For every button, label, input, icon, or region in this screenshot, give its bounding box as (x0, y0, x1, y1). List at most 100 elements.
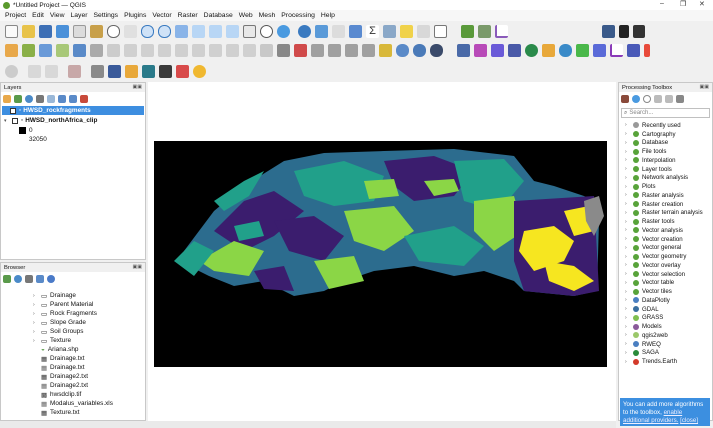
new-bookmark-icon[interactable] (417, 24, 430, 38)
options-icon[interactable] (676, 95, 684, 103)
adv-i-icon[interactable] (159, 64, 172, 78)
plugin-globe-icon[interactable] (525, 43, 538, 57)
menu-view[interactable]: View (50, 12, 65, 19)
select-features-icon[interactable] (315, 24, 328, 38)
maximize-button[interactable]: ❐ (680, 0, 686, 8)
filter-icon[interactable] (25, 275, 33, 283)
plugin-icon[interactable] (478, 24, 491, 38)
toolbox-provider-item[interactable]: › Vector analysis (619, 226, 712, 235)
measure-icon[interactable] (383, 24, 396, 38)
plugin-g-icon[interactable] (576, 43, 589, 57)
toolbox-search-input[interactable]: ⌕ Search... (621, 108, 710, 118)
expand-arrow-icon[interactable]: › (625, 140, 630, 146)
history-icon[interactable] (643, 95, 651, 103)
book-icon[interactable] (602, 24, 615, 38)
plugin-b-icon[interactable] (474, 43, 487, 57)
toolbox-provider-item[interactable]: › Recently used (619, 121, 712, 130)
toolbox-provider-item[interactable]: › Trends.Earth (619, 357, 712, 366)
close-button[interactable]: ✕ (699, 0, 705, 8)
minimize-button[interactable]: – (660, 0, 664, 7)
menu-raster[interactable]: Raster (178, 12, 198, 19)
expand-arrow-icon[interactable]: › (625, 175, 630, 181)
adv-f-icon[interactable] (108, 64, 121, 78)
properties-icon[interactable] (47, 275, 55, 283)
map-raster[interactable] (154, 141, 607, 367)
expand-arrow-icon[interactable]: › (625, 280, 630, 286)
adv-b-icon[interactable] (28, 64, 41, 78)
zoom-in-icon[interactable] (141, 24, 154, 38)
layer-checkbox[interactable] (12, 117, 18, 124)
calculator-icon[interactable] (633, 24, 645, 38)
browser-folder[interactable]: › ▭ Rock Fragments (33, 309, 97, 318)
label-move-icon[interactable] (328, 43, 341, 57)
manage-visibility-icon[interactable] (25, 95, 33, 103)
toolbox-provider-item[interactable]: › Vector selection (619, 270, 712, 279)
save-as-icon[interactable] (56, 24, 69, 38)
toolbox-provider-item[interactable]: › Vector geometry (619, 252, 712, 261)
label-pin-icon[interactable] (294, 43, 307, 57)
text-annotation-icon[interactable] (434, 24, 447, 38)
python-console-icon[interactable] (461, 24, 474, 38)
paste-features-icon[interactable] (226, 43, 239, 57)
expand-arrow-icon[interactable]: › (625, 227, 630, 233)
menu-settings[interactable]: Settings (94, 12, 119, 19)
toolbox-provider-item[interactable]: › Raster creation (619, 200, 712, 209)
temporal-controller-icon[interactable] (260, 24, 273, 38)
expand-arrow-icon[interactable]: › (625, 297, 630, 303)
plugin-a-icon[interactable] (457, 43, 470, 57)
toolbox-provider-item[interactable]: › Vector creation (619, 235, 712, 244)
toolbox-provider-item[interactable]: › RWEQ (619, 340, 712, 349)
browser-file[interactable]: ▦ Texture.txt (41, 408, 80, 417)
models-icon[interactable] (621, 95, 629, 103)
expand-arrow-icon[interactable]: › (625, 271, 630, 277)
toolbox-provider-item[interactable]: › Vector tiles (619, 287, 712, 296)
new-shapefile-icon[interactable] (39, 43, 52, 57)
collapse-all-icon[interactable] (69, 95, 77, 103)
adv-d-icon[interactable] (68, 64, 81, 78)
browser-file[interactable]: ▦ Drainage.txt (41, 354, 85, 363)
panel-close-icon[interactable]: ▣▣ (700, 84, 709, 90)
expand-arrow-icon[interactable]: › (625, 201, 630, 207)
plugin-i-icon[interactable] (627, 43, 640, 57)
expand-arrow-icon[interactable]: › (625, 289, 630, 295)
expand-arrow-icon[interactable]: › (625, 122, 630, 128)
browser-file[interactable]: ◒ Ariana.shp (41, 345, 78, 354)
toolbox-provider-item[interactable]: › Layer tools (619, 165, 712, 174)
browser-file[interactable]: ▦ Drainage.txt (41, 363, 85, 372)
browser-file[interactable]: ▦ Drainage2.txt (41, 381, 88, 390)
print-layout-icon[interactable] (73, 24, 86, 38)
panel-close-icon[interactable]: ▣▣ (133, 84, 142, 90)
toolbox-provider-item[interactable]: › Raster analysis (619, 191, 712, 200)
toolbox-provider-item[interactable]: › Database (619, 139, 712, 148)
label-show-icon[interactable] (311, 43, 324, 57)
digitize-icon[interactable] (141, 43, 154, 57)
undo-icon[interactable] (243, 43, 256, 57)
expand-arrow-icon[interactable]: › (625, 210, 630, 216)
save-project-icon[interactable] (39, 24, 52, 38)
menu-plugins[interactable]: Plugins (124, 12, 146, 19)
expand-arrow-icon[interactable]: › (625, 219, 630, 225)
menu-database[interactable]: Database (204, 12, 233, 19)
attribute-table-icon[interactable] (332, 24, 345, 38)
toolbox-provider-item[interactable]: › GRASS (619, 314, 712, 323)
toolbox-provider-item[interactable]: › Vector overlay (619, 261, 712, 270)
adv-c-icon[interactable] (45, 64, 58, 78)
zoom-out-icon[interactable] (158, 24, 171, 38)
label-tool-icon[interactable] (277, 43, 290, 57)
toolbox-provider-item[interactable]: › Cartography (619, 130, 712, 139)
expand-arrow-icon[interactable]: › (625, 341, 630, 347)
adv-e-icon[interactable] (91, 64, 104, 78)
zoom-native-icon[interactable] (226, 24, 239, 38)
globe-search-icon[interactable] (396, 43, 409, 57)
browser-folder[interactable]: › ▭ Drainage (33, 291, 76, 300)
filter-expression-icon[interactable] (47, 95, 55, 103)
expand-arrow-icon[interactable]: › (625, 350, 630, 356)
layout-manager-icon[interactable] (90, 24, 103, 38)
refresh-icon[interactable] (277, 24, 290, 38)
menu-layer[interactable]: Layer (70, 12, 87, 19)
copy-features-icon[interactable] (209, 43, 222, 57)
toolbox-provider-item[interactable]: › Plots (619, 182, 712, 191)
refresh-icon[interactable] (14, 275, 22, 283)
expand-arrow-icon[interactable]: › (625, 262, 630, 268)
add-layer-icon[interactable] (73, 43, 86, 57)
